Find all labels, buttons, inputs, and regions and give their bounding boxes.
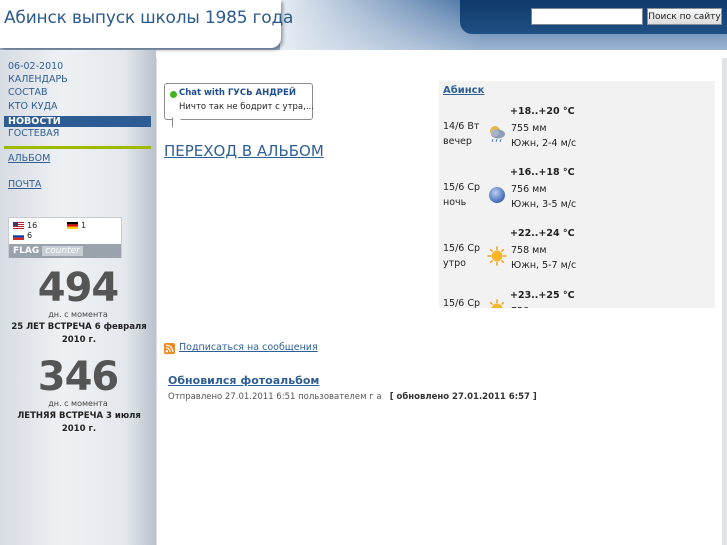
weather-details: 758 <box>511 304 581 308</box>
weather-date: 15/6 Ср <box>443 182 481 193</box>
weather-temp: +22..+24 °C <box>510 228 575 239</box>
weather-wind: Южн, 5-7 м/с <box>511 260 577 271</box>
weather-widget: Абинск 14/6 Вт вечер +18..+20 °C 755 мм … <box>439 81 715 308</box>
sidebar-item-guestbook[interactable]: ГОСТЕВАЯ <box>8 128 59 140</box>
rss-link[interactable]: Подписаться на сообщения <box>179 342 318 353</box>
sidebar-item-who-where[interactable]: КТО КУДА <box>8 101 58 113</box>
post-updated: [ обновлено 27.01.2011 6:57 ] <box>389 392 537 402</box>
moon-icon <box>489 187 505 203</box>
post-title-link[interactable]: Обновился фотоальбом <box>168 374 319 387</box>
flag-counter-brand-left: FLAG <box>13 246 40 256</box>
sidebar-item-calendar[interactable]: КАЛЕНДАРЬ <box>8 74 68 86</box>
weather-temp: +18..+20 °C <box>510 106 575 117</box>
flag-counter-brand-right: counter <box>42 246 83 256</box>
weather-when: 14/6 Вт вечер <box>443 119 479 149</box>
sun-icon <box>489 299 505 308</box>
weather-wind: Южн, 3-5 м/с <box>511 199 577 210</box>
days-counter-caption: дн. с момента <box>48 310 108 319</box>
header-fade <box>280 0 480 50</box>
sidebar-separator <box>4 146 151 149</box>
ru-flag-icon <box>13 233 24 240</box>
flag-count-us: 16 <box>27 221 38 230</box>
album-link[interactable]: ПЕРЕХОД В АЛЬБОМ <box>164 142 324 160</box>
rss-icon <box>164 343 175 354</box>
days-counter-caption: дн. с момента <box>48 399 108 408</box>
de-flag-icon <box>67 222 78 229</box>
chat-message: Ничто так не бодрит с утра,... <box>179 102 314 112</box>
weather-pressure: 755 мм <box>511 123 547 134</box>
weather-pressure: 756 мм <box>511 184 547 195</box>
weather-wind: Южн, 2-4 м/с <box>511 138 577 149</box>
online-status-icon <box>170 91 177 98</box>
sidebar-item-roster[interactable]: СОСТАВ <box>8 87 48 99</box>
weather-when: 15/6 Ср утро <box>443 241 480 271</box>
sidebar-item-news[interactable]: НОВОСТИ <box>4 116 151 127</box>
cloud-rain-icon <box>490 126 505 143</box>
site-title: Абинск выпуск школы 1985 года <box>4 8 294 28</box>
weather-pressure: 758 <box>511 304 581 308</box>
search-button[interactable]: Поиск по сайту <box>647 8 722 25</box>
weather-date: 15/6 Ср <box>443 243 481 254</box>
weather-details: 756 мм Южн, 3-5 м/с <box>511 182 581 212</box>
weather-pressure: 758 мм <box>511 245 547 256</box>
us-flag-icon <box>13 222 24 229</box>
weather-date: 15/6 Ср <box>443 298 481 308</box>
flag-counter-widget[interactable]: 16 1 6 FLAG counter <box>8 217 122 258</box>
weather-period: утро <box>443 258 466 269</box>
flag-count-ru: 6 <box>27 231 33 240</box>
post-author-line: Отправлено 27.01.2011 6:51 пользователем… <box>168 392 382 402</box>
title-box: Абинск выпуск школы 1985 года <box>0 0 293 48</box>
days-counter-event: 25 ЛЕТ ВСТРЕЧА 6 февраля 2010 г. <box>11 322 147 345</box>
days-counter-number: 494 <box>37 265 120 311</box>
right-rail <box>722 58 727 545</box>
weather-temp: +23..+25 °C <box>510 290 575 301</box>
sidebar-item-album[interactable]: АЛЬБОМ <box>8 153 50 165</box>
flag-count-de: 1 <box>81 221 87 230</box>
sidebar-item-news-label: НОВОСТИ <box>8 116 61 127</box>
weather-when: 15/6 Ср <box>443 296 480 308</box>
sun-icon <box>487 246 507 266</box>
days-counter-event: ЛЕТНЯЯ ВСТРЕЧА 3 июля 2010 г. <box>17 411 141 434</box>
chat-bubble[interactable]: Chat with ГУСЬ АНДРЕЙ Ничто так не бодри… <box>164 83 314 120</box>
weather-details: 758 мм Южн, 5-7 м/с <box>511 243 581 273</box>
post-meta: Отправлено 27.01.2011 6:51 пользователем… <box>168 392 537 402</box>
days-counter-number: 346 <box>37 354 120 400</box>
weather-period: вечер <box>443 136 472 147</box>
weather-date: 14/6 Вт <box>443 121 480 132</box>
weather-period: ночь <box>443 197 467 208</box>
weather-temp: +16..+18 °C <box>510 167 575 178</box>
sidebar-item-mail[interactable]: ПОЧТА <box>8 179 41 191</box>
sidebar-date-link[interactable]: 06-02-2010 <box>8 61 63 73</box>
search-input[interactable] <box>531 8 643 25</box>
chat-title: Chat with ГУСЬ АНДРЕЙ <box>179 88 296 98</box>
weather-when: 15/6 Ср ночь <box>443 180 480 210</box>
flag-counter-brand: FLAG counter <box>9 244 121 258</box>
weather-city-link[interactable]: Абинск <box>443 85 484 96</box>
weather-details: 755 мм Южн, 2-4 м/с <box>511 121 581 151</box>
